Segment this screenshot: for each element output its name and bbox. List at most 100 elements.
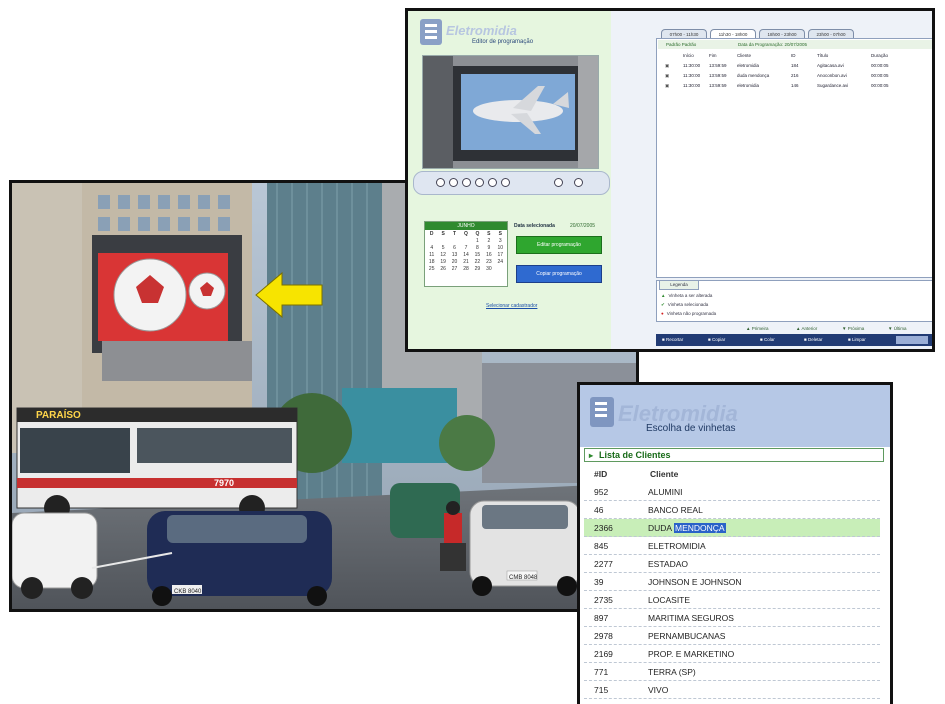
table-cell: 11:30:00 [683, 63, 701, 68]
table-cell: Sugardance.avi [817, 83, 849, 88]
legend-label: Vinheta não programada [666, 311, 717, 316]
client-name: ELETROMIDIA [648, 541, 706, 551]
client-row[interactable]: 771 TERRA (SP) [584, 663, 880, 681]
calendar-day[interactable]: 1 [472, 238, 483, 245]
table-cell: duda mendonça [737, 73, 770, 78]
client-name: LOCASITE [648, 595, 691, 605]
client-name: ALUMINI [648, 487, 683, 497]
video-controls [413, 171, 610, 195]
legend-icon: ● [661, 311, 664, 316]
calendar-day[interactable]: 6 [449, 245, 460, 252]
calendar-weekday: T [453, 231, 457, 237]
calendar-day[interactable]: 11 [426, 252, 437, 259]
calendar-day[interactable]: 5 [437, 245, 448, 252]
forward-icon[interactable] [488, 178, 497, 187]
action-button[interactable]: ■ Limpar [848, 334, 866, 346]
calendar-day[interactable]: 28 [460, 266, 471, 273]
legend-tab[interactable]: Legenda [659, 280, 699, 290]
client-row[interactable]: 2366 DUDA MENDONÇA [584, 519, 880, 537]
calendar-day[interactable]: 13 [449, 252, 460, 259]
client-row[interactable]: 39 JOHNSON E JOHNSON [584, 573, 880, 591]
calendar-day[interactable]: 23 [483, 259, 494, 266]
calendar-day[interactable]: 10 [495, 245, 506, 252]
grid-column-header: Duração [871, 53, 889, 58]
client-row[interactable]: 952 ALUMINI [584, 483, 880, 501]
calendar-day[interactable]: 22 [472, 259, 483, 266]
volume-up-icon[interactable] [574, 178, 583, 187]
tab-time-slot[interactable]: 11h30 - 18h00 [710, 29, 756, 38]
client-row[interactable]: 897 MARITIMA SEGUROS [584, 609, 880, 627]
nav-button[interactable]: ▼ Próxima [842, 324, 864, 333]
calendar-day[interactable]: 29 [472, 266, 483, 273]
calendar-day[interactable]: 12 [437, 252, 448, 259]
tab-time-slot[interactable]: 23h00 - 07h00 [808, 29, 854, 38]
calendar-day[interactable]: 14 [460, 252, 471, 259]
calendar-day[interactable]: 8 [472, 245, 483, 252]
calendar-day [449, 238, 460, 245]
calendar-day[interactable]: 18 [426, 259, 437, 266]
blank-action-button[interactable] [896, 336, 928, 344]
rewind-icon[interactable] [462, 178, 471, 187]
client-row[interactable]: 2277 ESTADAO [584, 555, 880, 573]
client-row[interactable]: 2735 LOCASITE [584, 591, 880, 609]
client-name: VIVO [648, 685, 669, 695]
play-icon[interactable] [436, 178, 445, 187]
clip-icon: ▣ [665, 83, 670, 88]
calendar-day[interactable]: 17 [495, 252, 506, 259]
legend-label: Vinheta selecionada [667, 302, 709, 307]
tab-time-slot[interactable]: 18h00 - 23h00 [759, 29, 805, 38]
action-button[interactable]: ■ Deletar [804, 334, 822, 346]
client-id: 2277 [594, 559, 613, 569]
volume-down-icon[interactable] [554, 178, 563, 187]
calendar-day[interactable]: 9 [483, 245, 494, 252]
client-row[interactable]: 46 BANCO REAL [584, 501, 880, 519]
selecionar-cadastrador-link[interactable]: Selecionar cadastrador [486, 303, 537, 309]
client-name: ESTADAO [648, 559, 688, 569]
client-name-highlight: MENDONÇA [673, 523, 726, 533]
nav-button[interactable]: ▼ Última [888, 324, 906, 333]
calendar-day[interactable]: 15 [472, 252, 483, 259]
table-row[interactable]: ▣ 11:30:00 13:59:59 eletromidia 184 Agitacasa… [657, 61, 932, 70]
editar-programacao-button[interactable]: Editar programação [516, 236, 602, 254]
fast-forward-icon[interactable] [501, 178, 510, 187]
table-row[interactable]: ▣ 11:30:00 13:59:59 eletromidia 146 Sugardanc… [657, 81, 932, 90]
calendar-day[interactable]: 4 [426, 245, 437, 252]
calendar-grid: D S T Q Q S S 1 2 3 4 5 6 7 8 9 10 11 12 13 14 15 16 17 18 19 20 21… [425, 230, 507, 274]
calendar-day[interactable]: 2 [483, 238, 494, 245]
nav-button[interactable]: ▲ Primeira [746, 324, 768, 333]
nav-button[interactable]: ▲ Anterior [796, 324, 817, 333]
calendar-day[interactable]: 26 [437, 266, 448, 273]
calendar-day[interactable]: 21 [460, 259, 471, 266]
back-icon[interactable] [475, 178, 484, 187]
table-row[interactable]: ▣ 11:30:00 13:59:59 duda mendonça 216 Anoconb… [657, 71, 932, 80]
copiar-programacao-button[interactable]: Copiar programação [516, 265, 602, 283]
action-bar: ■ Recortar ■ Copiar ■ Colar ■ Deletar ■ Limp… [656, 334, 932, 346]
calendar-day[interactable]: 30 [483, 266, 494, 273]
calendar-month: JUNHO [425, 222, 507, 230]
calendar-day [495, 266, 506, 273]
calendar-day[interactable]: 20 [449, 259, 460, 266]
client-row[interactable]: 2978 PERNAMBUCANAS [584, 627, 880, 645]
calendar-day[interactable]: 16 [483, 252, 494, 259]
client-row[interactable]: 715 VIVO [584, 681, 880, 699]
calendar-day[interactable]: 19 [437, 259, 448, 266]
calendar-day[interactable]: 27 [449, 266, 460, 273]
calendar[interactable]: JUNHO D S T Q Q S S 1 2 3 4 5 6 7 8 9 10 11 12 13 14 15 16 17 18… [424, 221, 508, 287]
client-row[interactable]: 2169 PROP. E MARKETINO [584, 645, 880, 663]
table-cell: 11:30:00 [683, 83, 701, 88]
editor-brand: Eletromidia [446, 23, 517, 38]
client-row[interactable]: 845 ELETROMIDIA [584, 537, 880, 555]
client-id: 715 [594, 685, 609, 695]
tab-time-slot[interactable]: 07h00 - 11h30 [661, 29, 707, 38]
editor-left-panel: Eletromidia Editor de programação JUNHO … [408, 11, 611, 349]
calendar-day[interactable]: 3 [495, 238, 506, 245]
table-cell: 11:30:00 [683, 73, 701, 78]
calendar-day[interactable]: 25 [426, 266, 437, 273]
calendar-day[interactable]: 24 [495, 259, 506, 266]
action-button[interactable]: ■ Recortar [662, 334, 683, 346]
action-button[interactable]: ■ Copiar [708, 334, 725, 346]
stop-icon[interactable] [449, 178, 458, 187]
calendar-day[interactable]: 7 [460, 245, 471, 252]
action-button[interactable]: ■ Colar [760, 334, 775, 346]
calendar-weekday: Q [464, 231, 468, 237]
